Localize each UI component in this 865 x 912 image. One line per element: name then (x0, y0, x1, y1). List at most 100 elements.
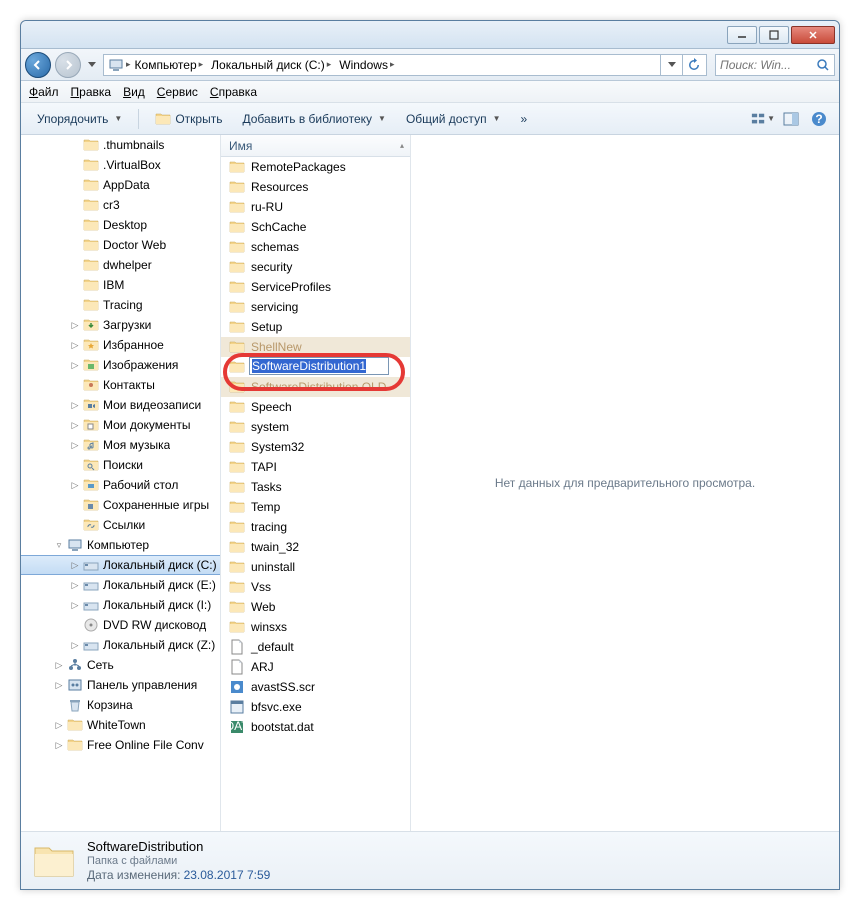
file-row[interactable]: winsxs (221, 617, 410, 637)
file-row[interactable]: Setup (221, 317, 410, 337)
expander-icon[interactable]: ▷ (69, 559, 81, 571)
expander-icon[interactable] (69, 219, 81, 231)
tree-item[interactable]: ▷Мои видеозаписи (21, 395, 220, 415)
file-row[interactable]: ShellNew (221, 337, 410, 357)
expander-icon[interactable]: ▷ (69, 579, 81, 591)
tree-item[interactable]: dwhelper (21, 255, 220, 275)
tree-item[interactable]: cr3 (21, 195, 220, 215)
tree-item[interactable]: ▷Изображения (21, 355, 220, 375)
file-row[interactable]: Temp (221, 497, 410, 517)
forward-button[interactable] (55, 52, 81, 78)
file-row[interactable]: ru-RU (221, 197, 410, 217)
tree-item[interactable]: Поиски (21, 455, 220, 475)
tree-item[interactable]: Doctor Web (21, 235, 220, 255)
expander-icon[interactable]: ▷ (69, 479, 81, 491)
tree-item[interactable]: Desktop (21, 215, 220, 235)
file-row[interactable]: System32 (221, 437, 410, 457)
search-input[interactable] (720, 58, 816, 72)
expander-icon[interactable] (69, 239, 81, 251)
tree-item[interactable]: Сохраненные игры (21, 495, 220, 515)
expander-icon[interactable] (69, 179, 81, 191)
file-rows[interactable]: RemotePackagesResourcesru-RUSchCachesche… (221, 157, 410, 831)
tree-item[interactable]: ▷Моя музыка (21, 435, 220, 455)
preview-pane-button[interactable] (779, 107, 803, 131)
tree-item[interactable]: ▷Локальный диск (Z:) (21, 635, 220, 655)
help-button[interactable]: ? (807, 107, 831, 131)
view-mode-button[interactable]: ▼ (751, 107, 775, 131)
toolbar-overflow[interactable]: » (512, 108, 535, 130)
tree-item[interactable]: IBM (21, 275, 220, 295)
menu-file[interactable]: Файл (29, 85, 59, 99)
tree-item[interactable]: ▷Рабочий стол (21, 475, 220, 495)
file-row[interactable]: Tasks (221, 477, 410, 497)
tree-item[interactable]: ▷Мои документы (21, 415, 220, 435)
rename-input[interactable] (249, 357, 389, 375)
menu-view[interactable]: Вид (123, 85, 145, 99)
file-row[interactable]: uninstall (221, 557, 410, 577)
file-row[interactable]: servicing (221, 297, 410, 317)
expander-icon[interactable] (69, 299, 81, 311)
expander-icon[interactable] (69, 459, 81, 471)
file-row[interactable]: system (221, 417, 410, 437)
file-row[interactable]: bfsvc.exe (221, 697, 410, 717)
breadcrumb-dropdown[interactable] (660, 54, 682, 76)
expander-icon[interactable]: ▷ (53, 679, 65, 691)
expander-icon[interactable]: ▿ (53, 539, 65, 551)
file-row[interactable]: TAPI (221, 457, 410, 477)
expander-icon[interactable] (69, 259, 81, 271)
expander-icon[interactable]: ▷ (69, 599, 81, 611)
file-row[interactable]: Vss (221, 577, 410, 597)
expander-icon[interactable]: ▷ (69, 639, 81, 651)
tree-item[interactable]: .VirtualBox (21, 155, 220, 175)
expander-icon[interactable] (69, 279, 81, 291)
expander-icon[interactable] (69, 379, 81, 391)
add-to-library-button[interactable]: Добавить в библиотеку▼ (234, 108, 393, 130)
menu-tools[interactable]: Сервис (157, 85, 198, 99)
file-row[interactable]: DATbootstat.dat (221, 717, 410, 737)
file-row[interactable]: RemotePackages (221, 157, 410, 177)
file-row[interactable]: Web (221, 597, 410, 617)
expander-icon[interactable] (69, 499, 81, 511)
tree-item[interactable]: ▷WhiteTown (21, 715, 220, 735)
expander-icon[interactable]: ▷ (69, 359, 81, 371)
expander-icon[interactable] (69, 519, 81, 531)
open-button[interactable]: Открыть (147, 107, 230, 131)
file-row[interactable]: _default (221, 637, 410, 657)
file-row[interactable]: Resources (221, 177, 410, 197)
file-row[interactable]: SchCache (221, 217, 410, 237)
column-header-name[interactable]: Имя▴ (221, 135, 410, 157)
file-row[interactable] (221, 357, 410, 377)
file-row[interactable]: Speech (221, 397, 410, 417)
tree-item[interactable]: ▷Free Online File Conv (21, 735, 220, 755)
breadcrumb-segment[interactable]: Компьютер ▸ (131, 58, 208, 72)
expander-icon[interactable]: ▷ (69, 419, 81, 431)
tree-item[interactable]: ▷Локальный диск (C:) (21, 555, 220, 575)
expander-icon[interactable] (69, 139, 81, 151)
tree-item[interactable]: ▷Локальный диск (I:) (21, 595, 220, 615)
tree-item[interactable]: ▿Компьютер (21, 535, 220, 555)
tree-item[interactable]: ▷Локальный диск (E:) (21, 575, 220, 595)
expander-icon[interactable] (69, 159, 81, 171)
file-row[interactable]: twain_32 (221, 537, 410, 557)
expander-icon[interactable]: ▷ (69, 399, 81, 411)
expander-icon[interactable] (53, 699, 65, 711)
file-row[interactable]: SoftwareDistribution.OLD (221, 377, 410, 397)
nav-tree[interactable]: .thumbnails.VirtualBoxAppDatacr3DesktopD… (21, 135, 221, 831)
tree-item[interactable]: ▷Сеть (21, 655, 220, 675)
breadcrumb-segment[interactable]: Локальный диск (C:) ▸ (207, 58, 335, 72)
expander-icon[interactable]: ▷ (53, 719, 65, 731)
minimize-button[interactable] (727, 26, 757, 44)
breadcrumb-segment[interactable]: Windows ▸ (335, 58, 398, 72)
share-button[interactable]: Общий доступ▼ (398, 108, 509, 130)
file-row[interactable]: schemas (221, 237, 410, 257)
close-button[interactable] (791, 26, 835, 44)
tree-item[interactable]: Корзина (21, 695, 220, 715)
file-row[interactable]: ServiceProfiles (221, 277, 410, 297)
menu-help[interactable]: Справка (210, 85, 257, 99)
tree-item[interactable]: Ссылки (21, 515, 220, 535)
expander-icon[interactable]: ▷ (53, 739, 65, 751)
file-row[interactable]: avastSS.scr (221, 677, 410, 697)
tree-item[interactable]: DVD RW дисковод (21, 615, 220, 635)
organize-button[interactable]: Упорядочить▼ (29, 108, 130, 130)
tree-item[interactable]: AppData (21, 175, 220, 195)
